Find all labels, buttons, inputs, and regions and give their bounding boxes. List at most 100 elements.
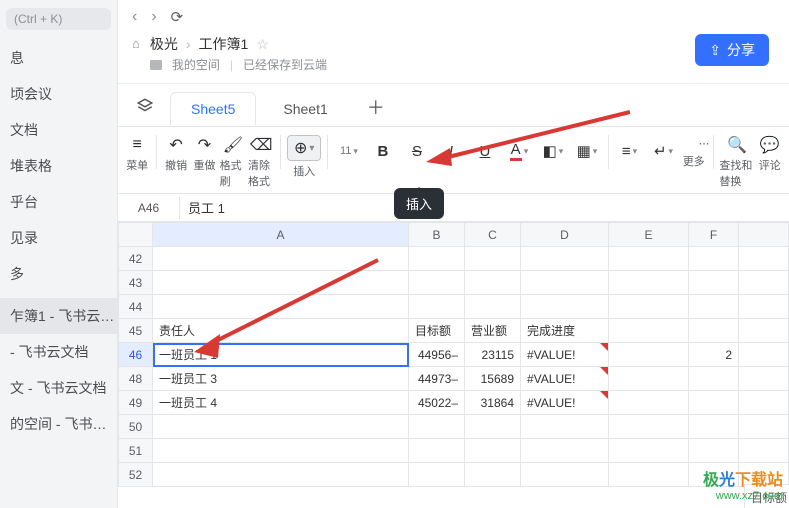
col-header[interactable]: [739, 223, 789, 247]
nav-back-icon[interactable]: ‹: [132, 8, 137, 26]
cell-error[interactable]: #VALUE!: [521, 367, 609, 391]
row-header[interactable]: 48: [119, 367, 153, 391]
row-header[interactable]: 49: [119, 391, 153, 415]
sidebar-item[interactable]: 堆表格: [0, 148, 117, 184]
italic-button[interactable]: I: [436, 139, 466, 163]
col-header[interactable]: A: [153, 223, 409, 247]
row-header[interactable]: 44: [119, 295, 153, 319]
sidebar-item[interactable]: 乎台: [0, 184, 117, 220]
sidebar-item[interactable]: - 飞书云文档: [0, 334, 117, 370]
row-header[interactable]: 52: [119, 463, 153, 487]
col-header[interactable]: C: [465, 223, 521, 247]
cell[interactable]: 目标额: [409, 319, 465, 343]
select-all-corner[interactable]: [119, 223, 153, 247]
col-header[interactable]: D: [521, 223, 609, 247]
cell[interactable]: 44973–: [409, 367, 465, 391]
align-button[interactable]: ≡▾: [615, 139, 645, 163]
sidebar-item[interactable]: 文档: [0, 112, 117, 148]
share-button[interactable]: ⇪ 分享: [695, 34, 769, 66]
row-header[interactable]: 43: [119, 271, 153, 295]
comment-button[interactable]: 💬评论: [757, 133, 783, 175]
clear-format-button[interactable]: ⌫清除格式: [248, 133, 274, 191]
breadcrumb-root[interactable]: 极光: [150, 34, 178, 54]
comment-icon: 💬: [760, 135, 780, 155]
more-button[interactable]: ⋯更多: [681, 133, 707, 169]
cell-error[interactable]: #VALUE!: [521, 343, 609, 367]
watermark: 极光下载站 www.xz7.com: [703, 466, 783, 502]
space-name[interactable]: 我的空间: [172, 56, 220, 73]
sidebar-item[interactable]: 顷会议: [0, 76, 117, 112]
font-color-button[interactable]: A▾: [504, 139, 534, 163]
search-icon: 🔍: [727, 135, 747, 155]
cell[interactable]: 2: [689, 343, 739, 367]
row-header[interactable]: 42: [119, 247, 153, 271]
border-icon: ▦: [577, 142, 591, 160]
row-header[interactable]: 46: [119, 343, 153, 367]
row-header[interactable]: 51: [119, 439, 153, 463]
strike-button[interactable]: S: [402, 139, 432, 163]
nav-forward-icon[interactable]: ›: [151, 8, 156, 26]
layers-icon[interactable]: [126, 91, 164, 124]
find-replace-button[interactable]: 🔍查找和替换: [719, 133, 754, 191]
sidebar-item-active[interactable]: 乍簿1 - 飞书云…: [0, 298, 117, 334]
cell[interactable]: 责任人: [153, 319, 409, 343]
cell[interactable]: 31864: [465, 391, 521, 415]
border-button[interactable]: ▦▾: [572, 139, 602, 163]
cell[interactable]: 15689: [465, 367, 521, 391]
menu-button[interactable]: ≡菜单: [124, 133, 150, 175]
tab-sheet5[interactable]: Sheet5: [170, 92, 256, 125]
breadcrumb-doc[interactable]: 工作簿1: [199, 34, 249, 54]
fill-color-button[interactable]: ◧▾: [538, 139, 568, 163]
insert-button[interactable]: ⊕▾ 插入: [287, 133, 321, 181]
cell[interactable]: 45022–: [409, 391, 465, 415]
underline-button[interactable]: U: [470, 139, 500, 163]
star-icon[interactable]: ☆: [256, 36, 269, 53]
font-size-button[interactable]: 11▾: [334, 139, 364, 163]
sidebar-item[interactable]: 息: [0, 40, 117, 76]
name-box[interactable]: A46: [118, 197, 180, 219]
sidebar-item[interactable]: 见录: [0, 220, 117, 256]
sidebar: (Ctrl + K) 息 顷会议 文档 堆表格 乎台 见录 多 乍簿1 - 飞书…: [0, 0, 118, 508]
row-header[interactable]: 50: [119, 415, 153, 439]
active-cell[interactable]: 一班员工 1: [153, 343, 409, 367]
cell[interactable]: 一班员工 3: [153, 367, 409, 391]
top-nav: ‹ › ⟳: [118, 0, 789, 34]
save-status: 已经保存到云端: [243, 56, 327, 73]
format-painter-button[interactable]: 🖌格式刷: [220, 133, 246, 191]
plus-circle-icon: ⊕: [294, 138, 307, 158]
row-header[interactable]: 45: [119, 319, 153, 343]
share-icon: ⇪: [709, 42, 721, 59]
insert-tooltip: 插入: [394, 188, 444, 219]
refresh-icon[interactable]: ⟳: [171, 8, 184, 26]
cell[interactable]: 营业额: [465, 319, 521, 343]
chevron-right-icon: ›: [186, 36, 191, 52]
cell[interactable]: 23115: [465, 343, 521, 367]
formula-input[interactable]: 员工 1: [180, 194, 789, 221]
col-header[interactable]: B: [409, 223, 465, 247]
bold-button[interactable]: B: [368, 139, 398, 163]
col-header[interactable]: F: [689, 223, 739, 247]
toolbar: ≡菜单 ↶撤销 ↷重做 🖌格式刷 ⌫清除格式 ⊕▾ 插入 11▾ B S I U…: [118, 127, 789, 194]
col-header[interactable]: E: [609, 223, 689, 247]
cell[interactable]: 完成进度: [521, 319, 609, 343]
paint-bucket-icon: ◧: [543, 142, 557, 160]
breadcrumb: 极光 › 工作簿1 ☆: [150, 34, 685, 54]
sidebar-item[interactable]: 的空间 - 飞书…: [0, 406, 117, 442]
formula-bar: A46 员工 1: [118, 194, 789, 222]
chevron-down-icon: ▾: [309, 143, 314, 154]
align-icon: ≡: [622, 143, 631, 160]
cell-error[interactable]: #VALUE!: [521, 391, 609, 415]
sidebar-item[interactable]: 文 - 飞书云文档: [0, 370, 117, 406]
sheet-tab-bar: Sheet5 Sheet1 ＋: [118, 84, 789, 127]
cell[interactable]: 44956–: [409, 343, 465, 367]
spreadsheet-grid[interactable]: A B C D E F 42 43 44 45 责任人 目标额: [118, 222, 789, 487]
wrap-button[interactable]: ↵▾: [649, 139, 679, 163]
sidebar-item[interactable]: 多: [0, 256, 117, 292]
cell[interactable]: 一班员工 4: [153, 391, 409, 415]
home-icon[interactable]: ⌂: [132, 36, 140, 51]
undo-button[interactable]: ↶撤销: [163, 133, 189, 175]
redo-button[interactable]: ↷重做: [191, 133, 217, 175]
search-box[interactable]: (Ctrl + K): [6, 8, 111, 30]
tab-sheet1[interactable]: Sheet1: [262, 92, 348, 125]
add-sheet-button[interactable]: ＋: [355, 88, 397, 126]
